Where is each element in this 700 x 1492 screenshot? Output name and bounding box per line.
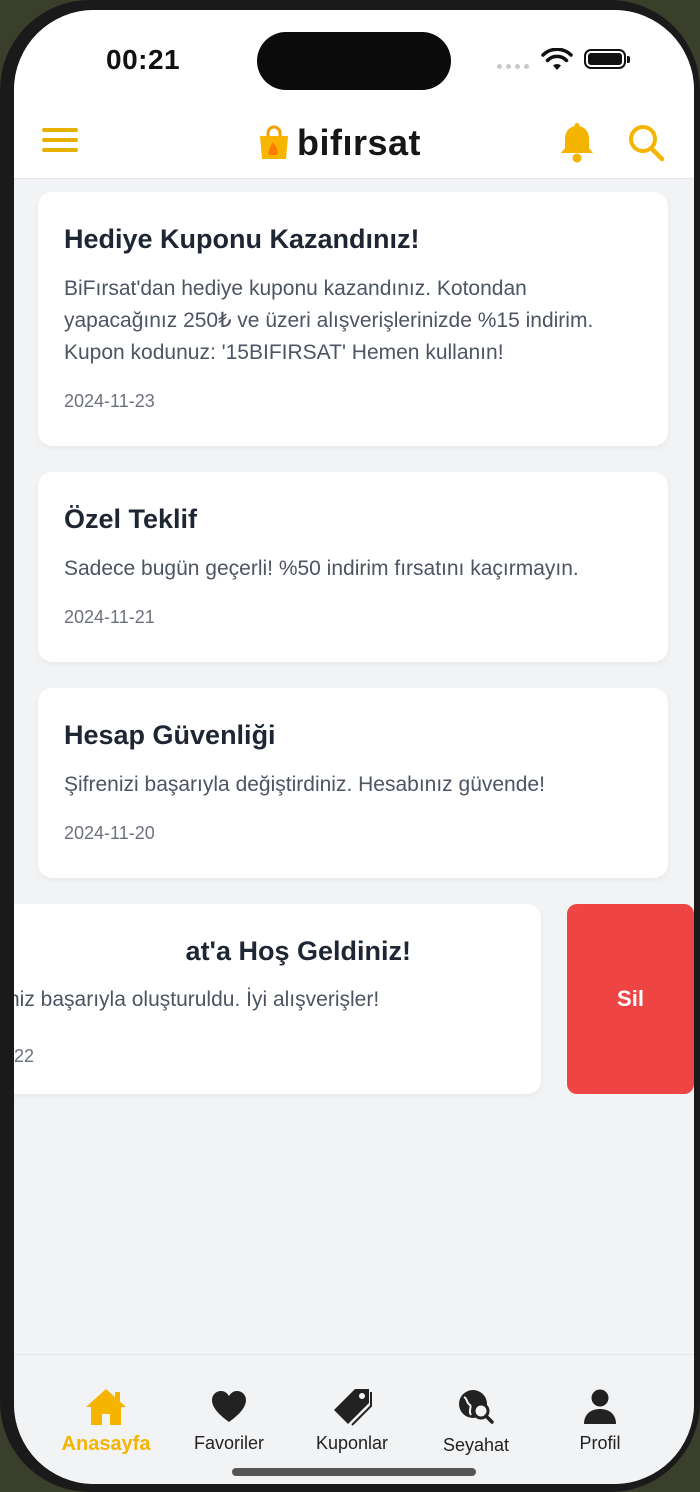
notification-title: Özel Teklif [64,504,198,534]
search-button[interactable] [626,122,666,169]
logo-text: bifırsat [297,122,422,163]
bell-icon [561,123,593,163]
notification-title: at'a Hoş Geldiniz! [185,936,411,966]
notification-date: 2024-11-23 [64,391,155,411]
bottom-tab-bar: Anasayfa Favoriler Kuponlar Seyahat Prof… [14,1354,694,1484]
globe-search-icon [459,1390,494,1424]
notification-title: Hesap Güvenliği [64,720,276,750]
notification-body: niz başarıyla oluşturuldu. İyi alışveriş… [14,988,380,1011]
home-icon [86,1389,126,1425]
app-header: bifırsat [14,108,694,179]
menu-button[interactable] [42,128,78,158]
tab-anasayfa[interactable]: Anasayfa [46,1385,166,1456]
notification-body: BiFırsat'dan hediye kuponu kazandınız. K… [64,277,594,364]
notification-card-swiped[interactable]: at'a Hoş Geldiniz! niz başarıyla oluştur… [14,904,541,1094]
user-icon [584,1389,616,1424]
battery-icon [584,49,630,69]
notification-title: Hediye Kuponu Kazandınız! [64,224,420,254]
notification-body: Sadece bugün geçerli! %50 indirim fırsat… [64,557,579,580]
tab-label: Seyahat [442,1435,510,1455]
tab-profil[interactable]: Profil [540,1385,660,1454]
tab-seyahat[interactable]: Seyahat [416,1385,536,1456]
app-screen: 00:21 bifırsat Hediye Kuponu Kazandınız!… [14,10,694,1484]
notification-body: Şifrenizi başarıyla değiştirdiniz. Hesab… [64,773,545,796]
heart-icon [212,1391,246,1422]
status-bar: 00:21 [14,10,694,108]
tab-label: Anasayfa [61,1433,151,1455]
tab-label: Kuponlar [315,1433,389,1453]
wifi-icon [541,48,573,70]
app-logo[interactable]: bifırsat [257,122,421,164]
home-indicator [232,1468,476,1476]
hamburger-icon-line [42,128,78,132]
search-icon [629,125,665,162]
notification-date: 2024-11-21 [64,607,155,627]
notification-date: -22 [14,1046,35,1066]
tab-label: Favoriler [193,1433,264,1453]
status-time: 00:21 [106,44,181,75]
dynamic-island [257,32,451,90]
tab-favoriler[interactable]: Favoriler [169,1385,289,1454]
tag-icon [334,1389,372,1426]
delete-button[interactable]: Sil [567,904,694,1094]
tab-kuponlar[interactable]: Kuponlar [292,1385,412,1454]
shopping-bag-logo-icon [260,125,288,159]
notification-card[interactable]: Özel Teklif Sadece bugün geçerli! %50 in… [38,472,668,662]
tab-label: Profil [579,1433,621,1453]
cellular-signal-icon [497,64,529,69]
notifications-button[interactable] [557,122,597,169]
notification-card[interactable]: Hesap Güvenliği Şifrenizi başarıyla deği… [38,688,668,878]
notification-date: 2024-11-20 [64,823,155,843]
hamburger-icon-line [42,138,78,142]
hamburger-icon-line [42,148,78,152]
notification-card[interactable]: Hediye Kuponu Kazandınız! BiFırsat'dan h… [38,192,668,446]
